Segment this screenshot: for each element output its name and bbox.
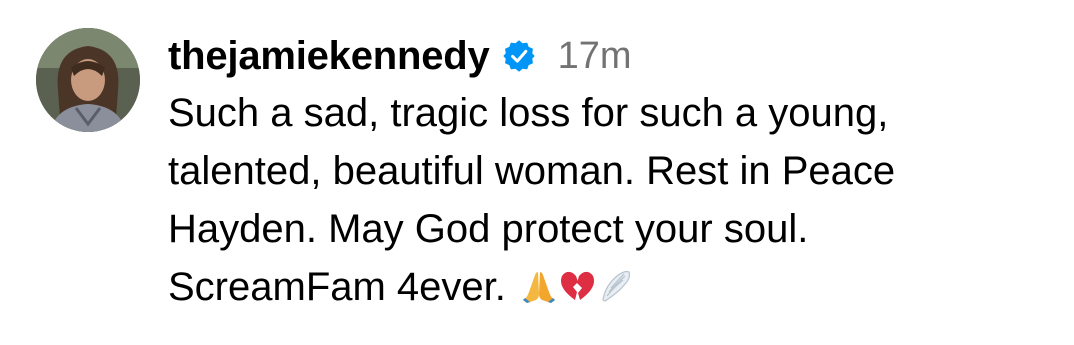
avatar-image bbox=[36, 28, 140, 132]
comment: thejamiekennedy 17m Such a sad, tragic l… bbox=[0, 0, 1074, 345]
timestamp[interactable]: 17m bbox=[558, 35, 632, 78]
broken-heart-icon bbox=[559, 262, 595, 300]
emoji-row bbox=[521, 262, 633, 303]
comment-header: thejamiekennedy 17m bbox=[168, 28, 1054, 84]
verified-badge-icon bbox=[502, 39, 536, 73]
comment-text: Such a sad, tragic loss for such a young… bbox=[168, 84, 1054, 316]
wing-icon bbox=[597, 262, 633, 302]
username-link[interactable]: thejamiekennedy bbox=[168, 34, 490, 79]
folded-hands-icon bbox=[521, 262, 557, 303]
avatar[interactable] bbox=[36, 28, 140, 132]
comment-body: thejamiekennedy 17m Such a sad, tragic l… bbox=[168, 28, 1054, 316]
